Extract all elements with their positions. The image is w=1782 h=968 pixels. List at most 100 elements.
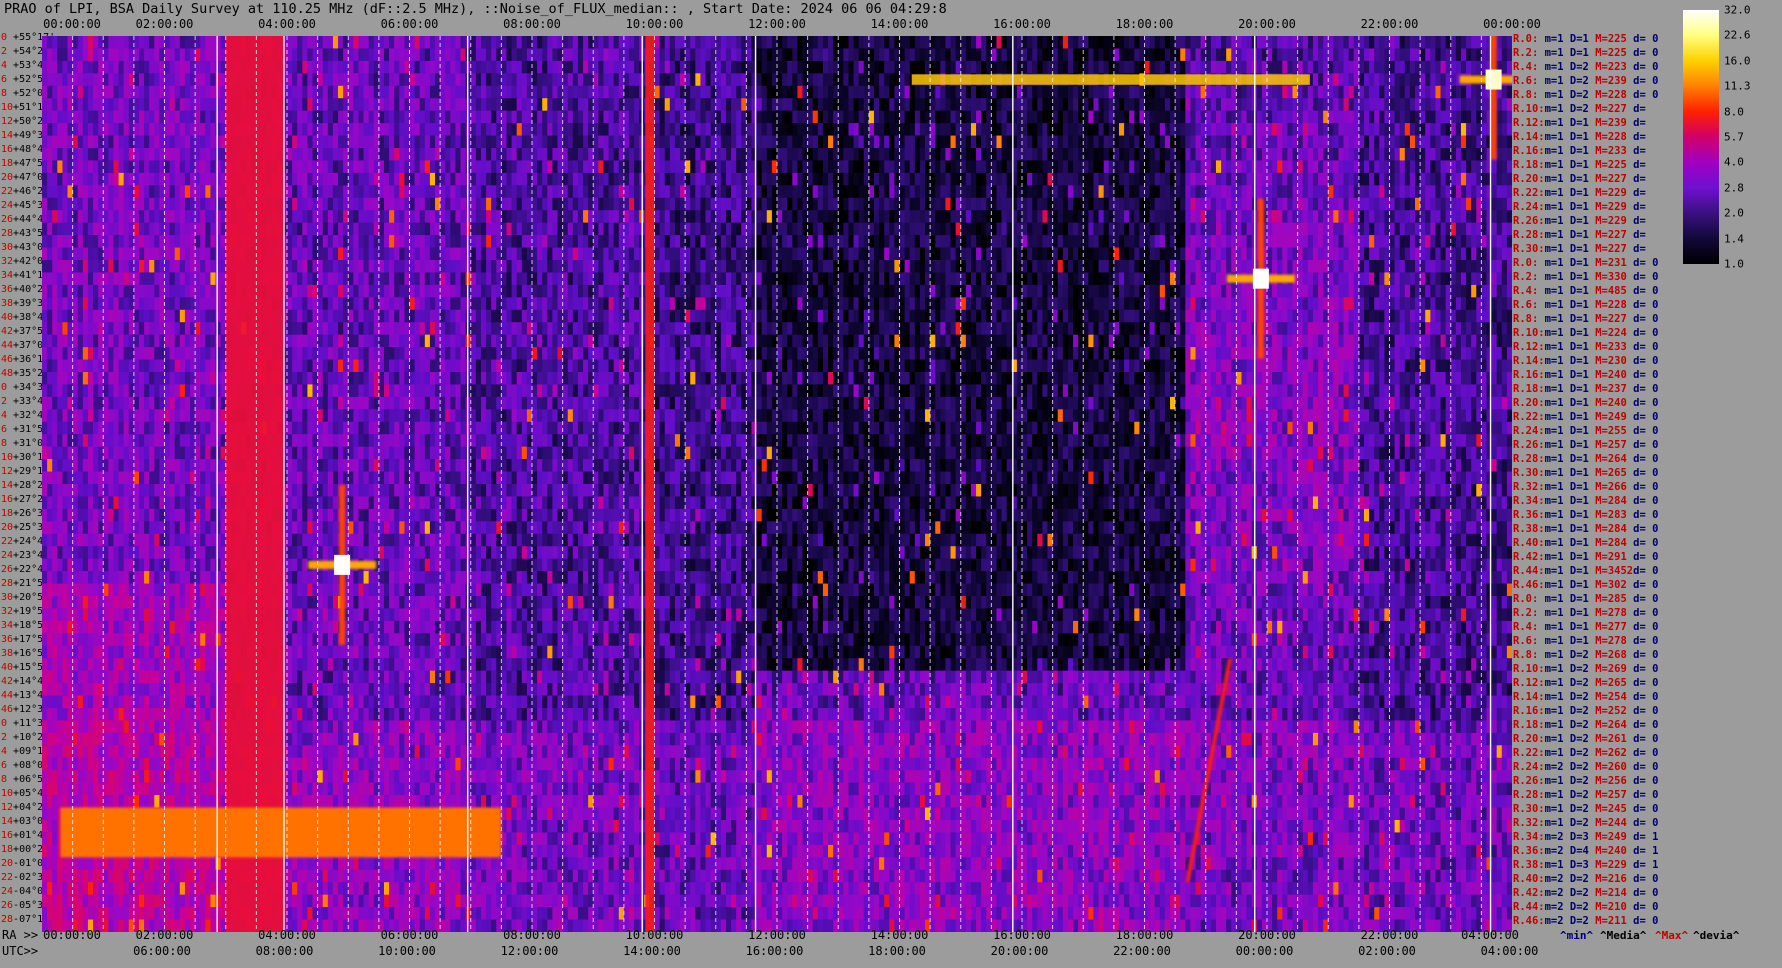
heatmap-cell bbox=[292, 36, 298, 49]
heatmap-cell bbox=[1471, 86, 1477, 99]
heatmap-cell bbox=[1053, 111, 1059, 124]
heatmap-cell bbox=[1022, 86, 1028, 99]
heatmap-cell bbox=[869, 61, 875, 74]
heatmap-cell bbox=[297, 86, 303, 99]
heatmap-cell bbox=[1410, 73, 1416, 86]
heatmap-cell bbox=[57, 123, 63, 136]
heatmap-cell bbox=[57, 98, 63, 111]
heatmap-cell bbox=[52, 73, 58, 86]
heatmap-cell bbox=[1124, 61, 1130, 74]
heatmap-cell bbox=[445, 123, 451, 136]
heatmap-cell bbox=[685, 111, 691, 124]
heatmap-cell bbox=[910, 86, 916, 99]
heatmap-cell bbox=[180, 73, 186, 86]
heatmap-cell bbox=[685, 123, 691, 136]
heatmap-cell bbox=[476, 73, 482, 86]
heatmap-cell bbox=[670, 61, 676, 74]
heatmap-cell bbox=[287, 48, 293, 61]
heatmap-cell bbox=[113, 111, 119, 124]
heatmap-cell bbox=[1435, 98, 1441, 111]
heatmap-cell bbox=[195, 111, 201, 124]
heatmap-cell bbox=[195, 123, 201, 136]
top-tick-label: 06:00:00 bbox=[381, 17, 439, 31]
dec-row-index: 46 bbox=[1, 354, 13, 365]
heatmap-cell bbox=[935, 36, 941, 49]
heatmap-cell bbox=[1063, 61, 1069, 74]
top-tick-label: 04:00:00 bbox=[258, 17, 316, 31]
heatmap-cell bbox=[369, 98, 375, 111]
heatmap-cell bbox=[1063, 111, 1069, 124]
heatmap-cell bbox=[675, 36, 681, 49]
heatmap-cell bbox=[394, 36, 400, 49]
heatmap-cell bbox=[134, 98, 140, 111]
heatmap-cell bbox=[940, 36, 946, 49]
heatmap-cell bbox=[425, 123, 431, 136]
heatmap-cell bbox=[573, 86, 579, 99]
heatmap-cell bbox=[1349, 48, 1355, 61]
heatmap-cell bbox=[838, 98, 844, 111]
heatmap-cell bbox=[848, 98, 854, 111]
heatmap-cell bbox=[634, 61, 640, 74]
heatmap-plot bbox=[42, 36, 1512, 932]
heatmap-cell bbox=[88, 36, 94, 49]
heatmap-cell bbox=[364, 123, 370, 136]
heatmap-cell bbox=[838, 73, 844, 86]
heatmap-cell bbox=[910, 36, 916, 49]
heatmap-cell bbox=[394, 111, 400, 124]
heatmap-cell bbox=[410, 73, 416, 86]
heatmap-cell bbox=[695, 111, 701, 124]
heatmap-cell bbox=[996, 111, 1002, 124]
heatmap-cell bbox=[808, 123, 814, 136]
heatmap-cell bbox=[1313, 48, 1319, 61]
heatmap-cell bbox=[700, 123, 706, 136]
heatmap-cell bbox=[1022, 48, 1028, 61]
heatmap-cell bbox=[450, 111, 456, 124]
heatmap-cell bbox=[415, 86, 421, 99]
heatmap-cell bbox=[1390, 98, 1396, 111]
heatmap-cell bbox=[665, 61, 671, 74]
heatmap-cell bbox=[1430, 98, 1436, 111]
dec-row-index: 30 bbox=[1, 592, 13, 603]
heatmap-cell bbox=[578, 86, 584, 99]
heatmap-cell bbox=[1287, 111, 1293, 124]
heatmap-cell bbox=[1007, 61, 1013, 74]
heatmap-cell bbox=[603, 36, 609, 49]
heatmap-cell bbox=[440, 36, 446, 49]
heatmap-cell bbox=[149, 48, 155, 61]
heatmap-cell bbox=[1175, 123, 1181, 136]
heatmap-cell bbox=[1420, 111, 1426, 124]
heatmap-cell bbox=[1451, 98, 1457, 111]
heatmap-cell bbox=[818, 61, 824, 74]
heatmap-cell bbox=[47, 48, 53, 61]
top-tick-label: 00:00:00 bbox=[1483, 17, 1541, 31]
heatmap-cell bbox=[1430, 48, 1436, 61]
heatmap-cell bbox=[1400, 111, 1406, 124]
heatmap-cell bbox=[1236, 111, 1242, 124]
heatmap-cell bbox=[440, 61, 446, 74]
heatmap-cell bbox=[945, 36, 951, 49]
heatmap-cell bbox=[1338, 36, 1344, 49]
heatmap-cell bbox=[154, 98, 160, 111]
heatmap-cell bbox=[1395, 86, 1401, 99]
heatmap-cell bbox=[287, 36, 293, 49]
heatmap-cell bbox=[578, 48, 584, 61]
heatmap-cell bbox=[62, 73, 68, 86]
heatmap-cell bbox=[144, 86, 150, 99]
heatmap-cell bbox=[1134, 98, 1140, 111]
heatmap-cell bbox=[1093, 48, 1099, 61]
heatmap-cell bbox=[1211, 36, 1217, 49]
heatmap-cell bbox=[767, 48, 773, 61]
heatmap-cell bbox=[1364, 86, 1370, 99]
heatmap-cell bbox=[905, 86, 911, 99]
heatmap-cell bbox=[614, 86, 620, 99]
heatmap-cell bbox=[62, 61, 68, 74]
heatmap-cell bbox=[1303, 48, 1309, 61]
heatmap-cell bbox=[491, 73, 497, 86]
heatmap-cell bbox=[655, 36, 661, 49]
heatmap-cell bbox=[1160, 86, 1166, 99]
heatmap-cell bbox=[721, 36, 727, 49]
heatmap-cell bbox=[879, 61, 885, 74]
heatmap-cell bbox=[420, 73, 426, 86]
heatmap-cell bbox=[1129, 123, 1135, 136]
heatmap-cell bbox=[216, 123, 222, 136]
